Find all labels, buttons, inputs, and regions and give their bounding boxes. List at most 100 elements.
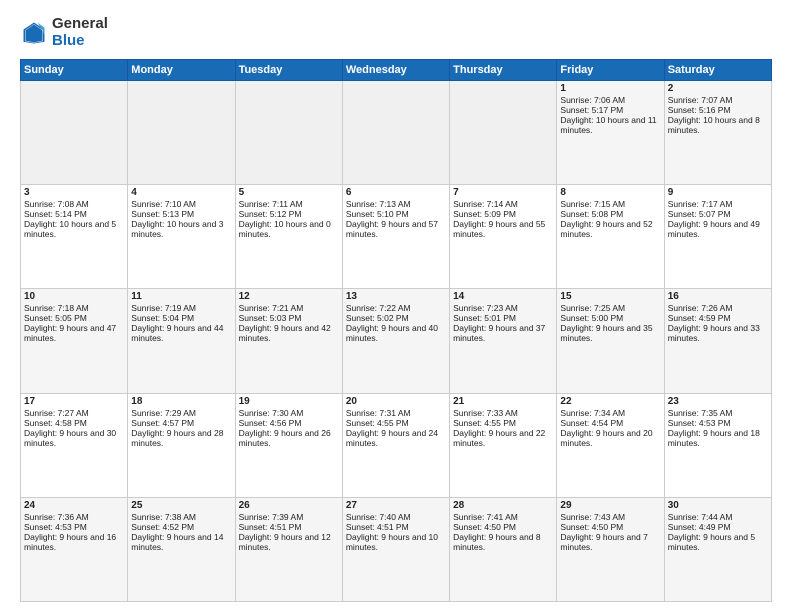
- header-cell-monday: Monday: [128, 60, 235, 81]
- day-info: Sunset: 5:05 PM: [24, 313, 124, 323]
- calendar-cell: 5Sunrise: 7:11 AMSunset: 5:12 PMDaylight…: [235, 185, 342, 289]
- header-cell-sunday: Sunday: [21, 60, 128, 81]
- day-info: Sunset: 5:16 PM: [668, 105, 768, 115]
- calendar-cell: [342, 81, 449, 185]
- calendar-cell: 16Sunrise: 7:26 AMSunset: 4:59 PMDayligh…: [664, 289, 771, 393]
- day-info: Sunset: 4:53 PM: [668, 418, 768, 428]
- calendar-cell: 29Sunrise: 7:43 AMSunset: 4:50 PMDayligh…: [557, 497, 664, 601]
- day-number: 16: [668, 291, 768, 302]
- day-info: Sunset: 5:00 PM: [560, 313, 660, 323]
- day-info: Sunrise: 7:33 AM: [453, 408, 553, 418]
- day-info: Sunset: 4:51 PM: [346, 522, 446, 532]
- day-number: 9: [668, 187, 768, 198]
- calendar-cell: 19Sunrise: 7:30 AMSunset: 4:56 PMDayligh…: [235, 393, 342, 497]
- day-info: Daylight: 9 hours and 49 minutes.: [668, 219, 768, 239]
- day-info: Sunset: 5:04 PM: [131, 313, 231, 323]
- day-number: 13: [346, 291, 446, 302]
- day-info: Daylight: 10 hours and 5 minutes.: [24, 219, 124, 239]
- day-info: Sunset: 4:52 PM: [131, 522, 231, 532]
- day-info: Daylight: 9 hours and 30 minutes.: [24, 428, 124, 448]
- day-info: Daylight: 9 hours and 33 minutes.: [668, 323, 768, 343]
- calendar-cell: 10Sunrise: 7:18 AMSunset: 5:05 PMDayligh…: [21, 289, 128, 393]
- day-info: Sunrise: 7:27 AM: [24, 408, 124, 418]
- day-info: Daylight: 9 hours and 28 minutes.: [131, 428, 231, 448]
- day-info: Daylight: 9 hours and 20 minutes.: [560, 428, 660, 448]
- day-number: 15: [560, 291, 660, 302]
- day-info: Daylight: 9 hours and 55 minutes.: [453, 219, 553, 239]
- day-info: Sunrise: 7:41 AM: [453, 512, 553, 522]
- calendar-header: SundayMondayTuesdayWednesdayThursdayFrid…: [21, 60, 772, 81]
- calendar-cell: 6Sunrise: 7:13 AMSunset: 5:10 PMDaylight…: [342, 185, 449, 289]
- day-info: Sunset: 4:59 PM: [668, 313, 768, 323]
- calendar-cell: [128, 81, 235, 185]
- day-info: Sunrise: 7:30 AM: [239, 408, 339, 418]
- calendar-cell: 24Sunrise: 7:36 AMSunset: 4:53 PMDayligh…: [21, 497, 128, 601]
- day-info: Sunrise: 7:08 AM: [24, 199, 124, 209]
- day-info: Daylight: 9 hours and 47 minutes.: [24, 323, 124, 343]
- day-info: Daylight: 9 hours and 52 minutes.: [560, 219, 660, 239]
- calendar-cell: 20Sunrise: 7:31 AMSunset: 4:55 PMDayligh…: [342, 393, 449, 497]
- day-info: Daylight: 9 hours and 42 minutes.: [239, 323, 339, 343]
- day-info: Daylight: 10 hours and 0 minutes.: [239, 219, 339, 239]
- calendar-cell: 2Sunrise: 7:07 AMSunset: 5:16 PMDaylight…: [664, 81, 771, 185]
- day-info: Sunset: 4:50 PM: [560, 522, 660, 532]
- calendar-cell: 7Sunrise: 7:14 AMSunset: 5:09 PMDaylight…: [450, 185, 557, 289]
- day-info: Daylight: 9 hours and 14 minutes.: [131, 532, 231, 552]
- calendar-cell: 30Sunrise: 7:44 AMSunset: 4:49 PMDayligh…: [664, 497, 771, 601]
- header-cell-saturday: Saturday: [664, 60, 771, 81]
- day-info: Sunset: 5:09 PM: [453, 209, 553, 219]
- calendar-cell: 9Sunrise: 7:17 AMSunset: 5:07 PMDaylight…: [664, 185, 771, 289]
- calendar-row: 24Sunrise: 7:36 AMSunset: 4:53 PMDayligh…: [21, 497, 772, 601]
- logo-icon: [20, 19, 48, 47]
- day-number: 30: [668, 500, 768, 511]
- day-info: Daylight: 9 hours and 10 minutes.: [346, 532, 446, 552]
- day-info: Sunrise: 7:23 AM: [453, 303, 553, 313]
- day-info: Sunrise: 7:21 AM: [239, 303, 339, 313]
- day-info: Sunset: 4:49 PM: [668, 522, 768, 532]
- day-number: 26: [239, 500, 339, 511]
- day-info: Daylight: 9 hours and 35 minutes.: [560, 323, 660, 343]
- day-info: Sunrise: 7:11 AM: [239, 199, 339, 209]
- calendar-cell: 18Sunrise: 7:29 AMSunset: 4:57 PMDayligh…: [128, 393, 235, 497]
- day-info: Sunrise: 7:10 AM: [131, 199, 231, 209]
- day-info: Daylight: 9 hours and 40 minutes.: [346, 323, 446, 343]
- calendar-cell: [235, 81, 342, 185]
- day-info: Sunrise: 7:43 AM: [560, 512, 660, 522]
- calendar-cell: 13Sunrise: 7:22 AMSunset: 5:02 PMDayligh…: [342, 289, 449, 393]
- calendar-table: SundayMondayTuesdayWednesdayThursdayFrid…: [20, 59, 772, 602]
- day-info: Daylight: 9 hours and 12 minutes.: [239, 532, 339, 552]
- day-info: Sunrise: 7:22 AM: [346, 303, 446, 313]
- header: General Blue: [20, 16, 772, 49]
- day-info: Sunset: 4:55 PM: [346, 418, 446, 428]
- day-info: Sunrise: 7:26 AM: [668, 303, 768, 313]
- calendar-cell: 15Sunrise: 7:25 AMSunset: 5:00 PMDayligh…: [557, 289, 664, 393]
- calendar-cell: 21Sunrise: 7:33 AMSunset: 4:55 PMDayligh…: [450, 393, 557, 497]
- day-number: 14: [453, 291, 553, 302]
- day-number: 5: [239, 187, 339, 198]
- day-info: Sunset: 5:02 PM: [346, 313, 446, 323]
- day-info: Sunset: 5:01 PM: [453, 313, 553, 323]
- day-info: Sunset: 5:10 PM: [346, 209, 446, 219]
- day-info: Daylight: 9 hours and 8 minutes.: [453, 532, 553, 552]
- day-info: Sunrise: 7:14 AM: [453, 199, 553, 209]
- day-info: Sunrise: 7:34 AM: [560, 408, 660, 418]
- day-info: Sunset: 4:51 PM: [239, 522, 339, 532]
- calendar-cell: 11Sunrise: 7:19 AMSunset: 5:04 PMDayligh…: [128, 289, 235, 393]
- day-info: Sunrise: 7:40 AM: [346, 512, 446, 522]
- page: General Blue SundayMondayTuesdayWednesda…: [0, 0, 792, 612]
- calendar-cell: 1Sunrise: 7:06 AMSunset: 5:17 PMDaylight…: [557, 81, 664, 185]
- day-info: Daylight: 9 hours and 5 minutes.: [668, 532, 768, 552]
- day-info: Sunrise: 7:15 AM: [560, 199, 660, 209]
- calendar-row: 3Sunrise: 7:08 AMSunset: 5:14 PMDaylight…: [21, 185, 772, 289]
- day-info: Sunrise: 7:07 AM: [668, 95, 768, 105]
- header-cell-wednesday: Wednesday: [342, 60, 449, 81]
- day-info: Sunset: 5:07 PM: [668, 209, 768, 219]
- day-info: Sunset: 4:53 PM: [24, 522, 124, 532]
- day-info: Sunset: 5:17 PM: [560, 105, 660, 115]
- calendar-cell: 23Sunrise: 7:35 AMSunset: 4:53 PMDayligh…: [664, 393, 771, 497]
- day-info: Sunset: 5:12 PM: [239, 209, 339, 219]
- day-number: 7: [453, 187, 553, 198]
- day-number: 12: [239, 291, 339, 302]
- day-info: Sunset: 4:55 PM: [453, 418, 553, 428]
- day-number: 3: [24, 187, 124, 198]
